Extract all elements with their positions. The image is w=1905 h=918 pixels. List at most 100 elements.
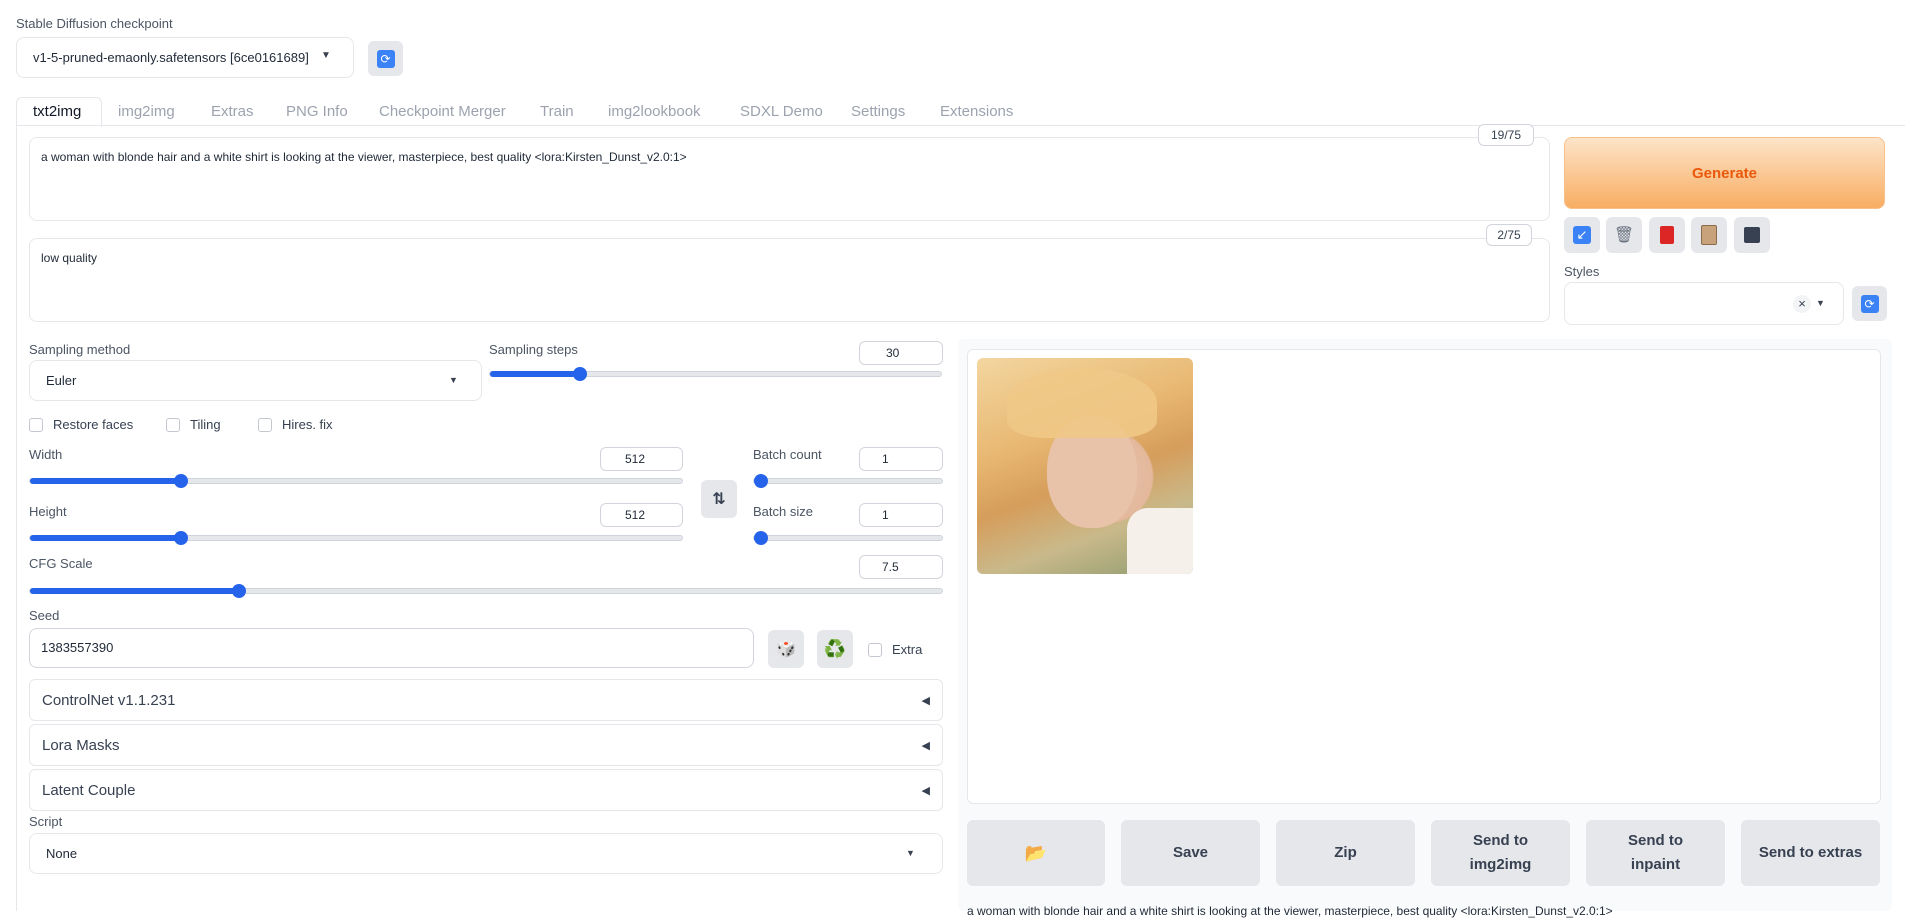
checkpoint-dropdown[interactable]: v1-5-pruned-emaonly.safetensors [6ce0161…	[16, 37, 354, 78]
send-to-img2img-button[interactable]: Send to img2img	[1431, 820, 1570, 886]
accordion-title: Lora Masks	[42, 736, 120, 754]
accordion-title: ControlNet v1.1.231	[42, 691, 176, 709]
slider-thumb[interactable]	[754, 531, 768, 545]
tab-sdxl-demo[interactable]: SDXL Demo	[740, 99, 823, 125]
hires-fix-label: Hires. fix	[282, 417, 333, 432]
tab-bar: txt2img img2img Extras PNG Info Checkpoi…	[16, 97, 1905, 127]
checkpoint-label: Stable Diffusion checkpoint	[16, 16, 173, 31]
checkpoint-refresh-button[interactable]: ⟳	[368, 41, 403, 76]
extra-seed-checkbox[interactable]	[868, 643, 882, 657]
chevron-down-icon: ▼	[906, 848, 915, 858]
hires-fix-checkbox[interactable]	[258, 418, 272, 432]
cfg-scale-slider[interactable]	[29, 584, 943, 598]
seed-value: 1383557390	[41, 640, 114, 655]
batch-count-slider[interactable]	[753, 474, 943, 488]
sampling-steps-input[interactable]: 30	[859, 341, 943, 365]
negative-prompt-text: low quality	[41, 251, 98, 265]
seed-input[interactable]: 1383557390	[29, 628, 754, 668]
lora-masks-accordion[interactable]: Lora Masks ◀	[29, 724, 943, 766]
slider-thumb[interactable]	[754, 474, 768, 488]
save-icon	[1744, 227, 1760, 243]
recycle-icon: ♻️	[823, 638, 847, 659]
seed-label: Seed	[29, 608, 60, 623]
swap-dimensions-button[interactable]: ⇅	[701, 480, 737, 518]
collapse-arrow-icon: ◀	[921, 694, 930, 707]
chevron-down-icon: ▼	[1816, 298, 1825, 308]
send-to-extras-button[interactable]: Send to extras	[1741, 820, 1880, 886]
apply-style-button[interactable]	[1691, 217, 1727, 253]
refresh-icon: ⟳	[376, 49, 395, 68]
sampling-method-label: Sampling method	[29, 342, 131, 357]
read-params-button[interactable]: ↙	[1564, 217, 1600, 253]
accordion-title: Latent Couple	[42, 781, 136, 799]
tab-settings[interactable]: Settings	[851, 99, 905, 125]
open-folder-button[interactable]: 📂	[967, 820, 1105, 886]
save-button[interactable]: Save	[1121, 820, 1260, 886]
latent-couple-accordion[interactable]: Latent Couple ◀	[29, 769, 943, 811]
random-seed-button[interactable]: 🎲	[768, 630, 804, 668]
reuse-seed-button[interactable]: ♻️	[817, 630, 853, 668]
tiling-checkbox[interactable]	[166, 418, 180, 432]
controlnet-accordion[interactable]: ControlNet v1.1.231 ◀	[29, 679, 943, 721]
tab-img2img[interactable]: img2img	[118, 99, 175, 125]
swap-icon: ⇅	[712, 491, 726, 508]
restore-faces-label: Restore faces	[53, 417, 134, 432]
sampling-steps-slider[interactable]	[489, 367, 942, 381]
chevron-down-icon: ▼	[449, 375, 458, 385]
tab-txt2img[interactable]: txt2img	[33, 99, 81, 125]
slider-thumb[interactable]	[173, 531, 188, 545]
arrow-icon: ↙	[1573, 226, 1591, 244]
slider-thumb[interactable]	[231, 584, 246, 598]
save-style-button[interactable]	[1734, 217, 1770, 253]
height-input[interactable]: 512	[600, 503, 683, 527]
checkpoint-value: v1-5-pruned-emaonly.safetensors [6ce0161…	[33, 50, 309, 65]
width-slider[interactable]	[29, 474, 683, 488]
tiling-label: Tiling	[190, 417, 221, 432]
shirt-shape	[1127, 508, 1193, 574]
generate-label: Generate	[1691, 164, 1758, 182]
refresh-icon: ⟳	[1860, 294, 1879, 313]
styles-dropdown[interactable]: × ▼	[1564, 282, 1844, 325]
clear-prompt-button[interactable]: 🗑	[1606, 217, 1642, 253]
tab-checkpoint-merger[interactable]: Checkpoint Merger	[379, 99, 506, 125]
hair-shape	[1007, 368, 1157, 438]
batch-size-input[interactable]: 1	[859, 503, 943, 527]
cfg-scale-label: CFG Scale	[29, 556, 93, 571]
tab-train[interactable]: Train	[540, 99, 574, 125]
batch-size-slider[interactable]	[753, 531, 943, 545]
script-value: None	[46, 846, 78, 861]
styles-label: Styles	[1564, 264, 1600, 279]
negative-token-counter: 2/75	[1486, 224, 1532, 246]
height-label: Height	[29, 504, 67, 519]
slider-thumb[interactable]	[173, 474, 188, 488]
restore-faces-checkbox[interactable]	[29, 418, 43, 432]
prompt-input[interactable]: a woman with blonde hair and a white shi…	[29, 137, 1550, 221]
folder-icon: 📂	[1024, 843, 1048, 863]
generate-button[interactable]: Generate	[1564, 137, 1885, 209]
height-slider[interactable]	[29, 531, 683, 545]
tab-extensions[interactable]: Extensions	[940, 99, 1013, 125]
dice-icon: 🎲	[776, 641, 796, 658]
send-to-inpaint-button[interactable]: Send to inpaint	[1586, 820, 1725, 886]
cfg-scale-input[interactable]: 7.5	[859, 555, 943, 579]
styles-refresh-button[interactable]: ⟳	[1852, 286, 1887, 321]
clear-styles-icon[interactable]: ×	[1793, 295, 1811, 313]
tab-png-info[interactable]: PNG Info	[286, 99, 348, 125]
collapse-arrow-icon: ◀	[921, 784, 930, 797]
script-dropdown[interactable]: None ▼	[29, 833, 943, 874]
card-icon	[1660, 226, 1674, 244]
width-input[interactable]: 512	[600, 447, 683, 471]
zip-button[interactable]: Zip	[1276, 820, 1415, 886]
tab-img2lookbook[interactable]: img2lookbook	[608, 99, 701, 125]
extra-seed-label: Extra	[892, 642, 923, 657]
prompt-text: a woman with blonde hair and a white shi…	[41, 150, 687, 164]
negative-prompt-input[interactable]: low quality	[29, 238, 1550, 322]
tab-extras[interactable]: Extras	[211, 99, 254, 125]
generated-image[interactable]	[977, 358, 1193, 574]
sampling-method-dropdown[interactable]: Euler ▼	[29, 360, 482, 401]
batch-count-label: Batch count	[753, 447, 822, 462]
extra-networks-button[interactable]	[1649, 217, 1685, 253]
width-label: Width	[29, 447, 63, 462]
batch-count-input[interactable]: 1	[859, 447, 943, 471]
batch-size-label: Batch size	[753, 504, 813, 519]
